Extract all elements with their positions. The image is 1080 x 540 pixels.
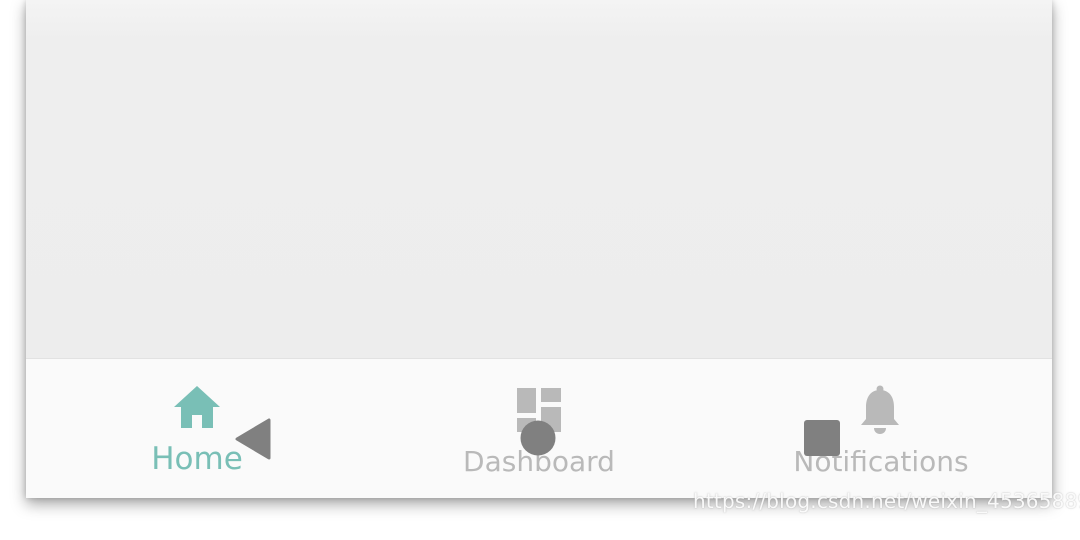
home-icon <box>174 386 220 428</box>
recents-square-icon[interactable] <box>802 419 842 457</box>
nav-item-home[interactable]: Home <box>26 359 368 498</box>
home-circle-icon[interactable] <box>519 419 557 457</box>
nav-item-notifications[interactable]: Notifications <box>710 359 1052 498</box>
nav-label-home: Home <box>151 441 243 477</box>
bell-icon <box>861 385 899 434</box>
back-triangle-icon[interactable] <box>234 418 272 460</box>
content-area <box>26 0 1052 358</box>
watermark-text: https://blog.csdn.net/weixin_45365889 <box>693 489 1080 513</box>
nav-label-notifications: Notifications <box>793 445 969 478</box>
